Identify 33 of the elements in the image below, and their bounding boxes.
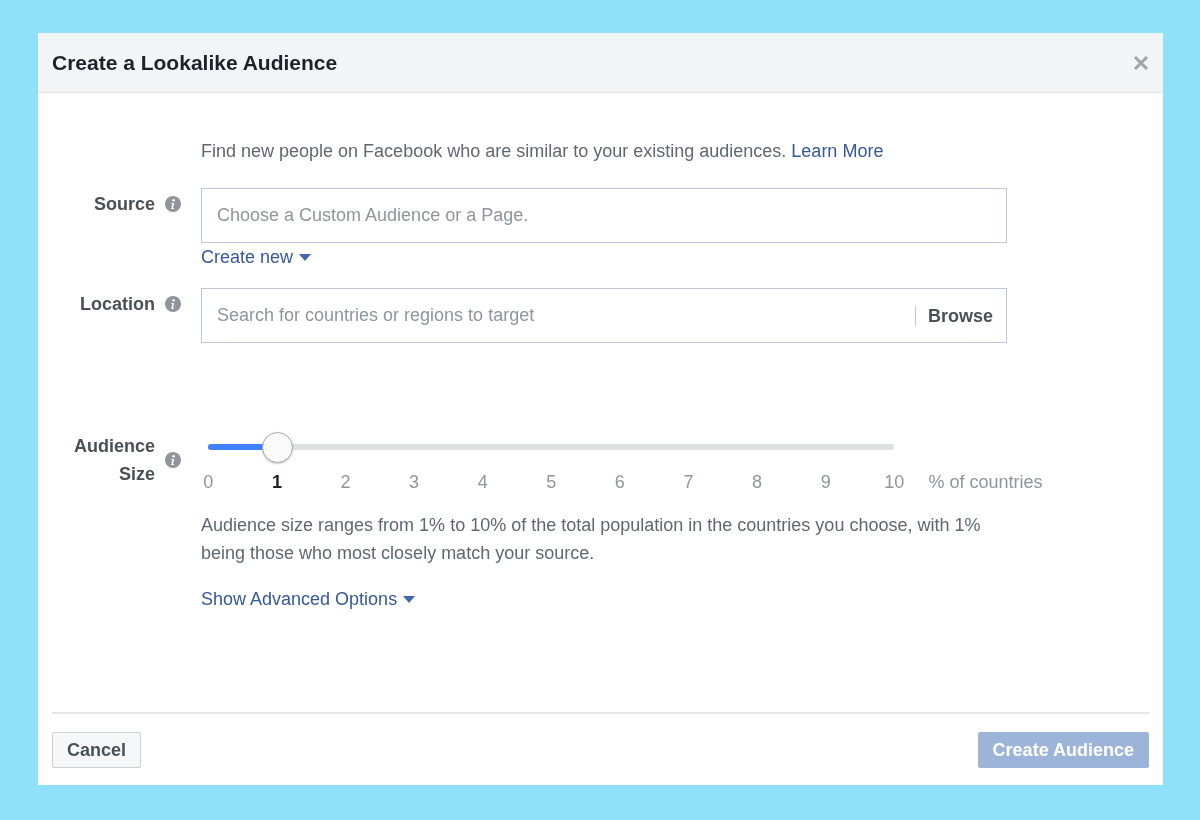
unit-label: % of countries [928, 472, 1043, 493]
info-icon[interactable] [165, 196, 181, 212]
tick-label: 8 [751, 472, 764, 493]
tick-label: 3 [408, 472, 421, 493]
tick-label: 1 [270, 472, 283, 493]
close-icon [1133, 54, 1149, 71]
tick-label: 5 [545, 472, 558, 493]
caret-icon [299, 254, 312, 261]
location-field[interactable]: Search for countries or regions to target Browse [201, 288, 1007, 343]
source-field[interactable]: Choose a Custom Audience or a Page. [201, 188, 1007, 243]
slider-thumb[interactable] [261, 432, 293, 463]
info-icon[interactable] [165, 296, 181, 312]
close-button[interactable] [1133, 54, 1149, 71]
info-icon[interactable] [165, 452, 181, 468]
dialog-title: Create a Lookalike Audience [52, 50, 338, 75]
caret-icon [403, 596, 416, 603]
tick-label: 0 [202, 472, 215, 493]
field-label: Location [80, 293, 155, 316]
learn-more-link[interactable]: Learn More [791, 141, 884, 162]
intro-text: Find new people on Facebook who are similar to your existing audiences. Learn More [201, 141, 885, 162]
browse-button[interactable]: Browse [914, 305, 993, 326]
tick-label: 2 [339, 472, 352, 493]
tick-label: 10 [883, 472, 906, 493]
field-label: Audience Size [72, 435, 155, 486]
cancel-button[interactable]: Cancel [52, 732, 142, 768]
create-new-link[interactable]: Create new [201, 247, 1007, 268]
tick-label: 6 [613, 472, 626, 493]
tick-label: 4 [476, 472, 489, 493]
field-label: Source [93, 193, 155, 216]
description-text: Audience size ranges from 1% to 10% of the total population in the countries you choose, with 1% being those who most closely match your source. [201, 514, 982, 565]
tick-label: 9 [819, 472, 832, 493]
advanced-options-link[interactable]: Show Advanced Options [201, 589, 1043, 610]
tick-label: 7 [682, 472, 695, 493]
